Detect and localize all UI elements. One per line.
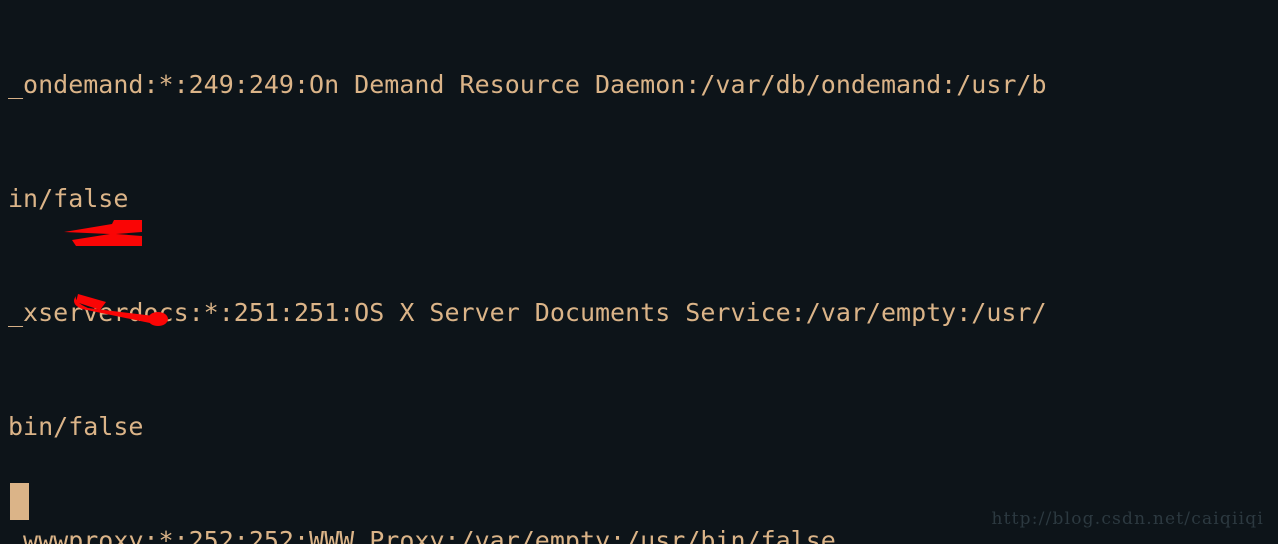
terminal-line-text: bin/false	[8, 412, 144, 441]
terminal-window[interactable]: _ondemand:*:249:249:On Demand Resource D…	[0, 0, 1278, 544]
block-cursor	[10, 483, 29, 520]
terminal-line-text: _xserverdocs:*:251:251:OS X Server Docum…	[8, 298, 1047, 327]
terminal-line: in/false	[8, 180, 1278, 218]
terminal-line-text: _wwwproxy:*:252:252:WWW Proxy:/var/empty…	[8, 526, 836, 544]
terminal-screen[interactable]: _ondemand:*:249:249:On Demand Resource D…	[8, 0, 1278, 544]
blog-watermark: http://blog.csdn.net/caiqiiqi	[991, 509, 1264, 529]
terminal-line: _ondemand:*:249:249:On Demand Resource D…	[8, 66, 1278, 104]
terminal-line: bin/false	[8, 408, 1278, 446]
terminal-line-text: in/false	[8, 184, 129, 213]
terminal-line-text: _ondemand:*:249:249:On Demand Resource D…	[8, 70, 1047, 99]
terminal-line: _xserverdocs:*:251:251:OS X Server Docum…	[8, 294, 1278, 332]
